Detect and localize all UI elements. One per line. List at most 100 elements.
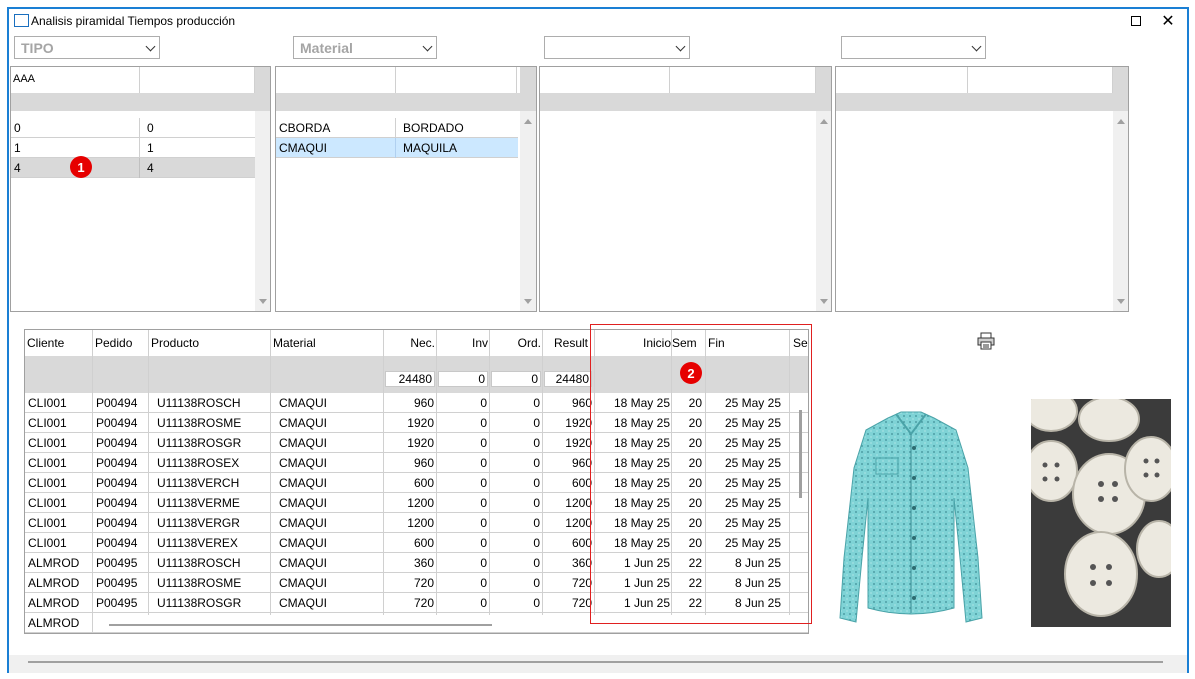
cell-nec: 1200	[407, 516, 434, 530]
table-row[interactable]: CLI001 P00494 U11138VEREX CMAQUI 600 0 0 600 18 …	[25, 533, 808, 553]
table-row[interactable]: CLI001 P00494 U11138VERGR CMAQUI 1200 0 0 1200 1…	[25, 513, 808, 533]
filter-3-select[interactable]	[544, 36, 690, 59]
material-list-panel: CBORDA BORDADO CMAQUI MAQUILA	[275, 66, 537, 312]
cell-cliente: CLI001	[28, 536, 67, 550]
cell-ord: 0	[533, 496, 540, 510]
col-header-inv[interactable]: Inv	[438, 330, 488, 356]
shirt-image	[836, 408, 986, 636]
scroll-down-icon[interactable]	[259, 299, 267, 304]
list-item[interactable]: 1 1	[11, 138, 255, 158]
scroll-down-icon[interactable]	[1117, 299, 1125, 304]
col-header-producto[interactable]: Producto	[151, 330, 199, 356]
table-row[interactable]: CLI001 P00494 U11138ROSGR CMAQUI 1920 0 0 1920 1…	[25, 433, 808, 453]
cell-nec: 720	[413, 576, 434, 590]
scroll-up-icon[interactable]	[1117, 119, 1125, 124]
cell-pedido: P00495	[96, 596, 138, 610]
main-content: TIPO Material AAA 0 0 1 1 4 4 1 CBORDA B…	[9, 33, 1187, 673]
cell-fin: 25 May 25	[724, 436, 781, 450]
print-icon[interactable]	[976, 331, 996, 351]
title-bar: Analisis piramidal Tiempos producción ✕	[9, 9, 1187, 33]
col-header-cliente[interactable]: Cliente	[27, 330, 64, 356]
cell-sem: 20	[688, 436, 702, 450]
grid-hscroll-thumb[interactable]	[109, 624, 492, 626]
table-row[interactable]: CLI001 P00494 U11138ROSME CMAQUI 1920 0 0 1920 1…	[25, 413, 808, 433]
cell-result: 1920	[565, 436, 592, 450]
list-item-selected[interactable]: CMAQUI MAQUILA	[276, 138, 518, 158]
col-header-nec[interactable]: Nec.	[385, 330, 435, 356]
cell-cliente: ALMROD	[28, 596, 80, 610]
list-panel-4	[835, 66, 1129, 312]
table-row[interactable]: ALMROD P00495 U11138ROSGR CMAQUI 720 0 0 720 1 J…	[25, 593, 808, 613]
status-bar	[9, 655, 1187, 673]
cell-sem: 22	[688, 596, 702, 610]
table-row[interactable]: CLI001 P00494 U11138ROSEX CMAQUI 960 0 0 960 18 …	[25, 453, 808, 473]
panel-3-scrollbar[interactable]	[816, 67, 831, 311]
tipo-list-panel: AAA 0 0 1 1 4 4	[10, 66, 271, 312]
filter-tipo-select[interactable]: TIPO	[14, 36, 160, 59]
cell-inicio: 1 Jun 25	[623, 576, 670, 590]
cell-producto: U11138ROSGR	[157, 596, 242, 610]
total-inv: 0	[438, 371, 488, 387]
tipo-scrollbar[interactable]	[255, 67, 270, 311]
scroll-up-icon[interactable]	[820, 119, 828, 124]
col-header-inicio[interactable]: Inicio	[615, 330, 671, 356]
cell-cliente: CLI001	[28, 396, 67, 410]
cell-producto: U11138ROSCH	[157, 556, 241, 570]
cell-material: CMAQUI	[279, 556, 327, 570]
list-item-selected[interactable]: 4 4	[11, 158, 255, 178]
col-header-ord[interactable]: Ord.	[491, 330, 541, 356]
filter-material-select[interactable]: Material	[293, 36, 437, 59]
cell-producto: U11138VERCH	[157, 476, 240, 490]
buttons-image	[1031, 399, 1171, 627]
cell-result: 600	[571, 476, 592, 490]
cell-inicio: 18 May 25	[613, 516, 670, 530]
col-header-se[interactable]: Se	[793, 330, 808, 356]
cell-fin: 25 May 25	[724, 536, 781, 550]
material-scrollbar[interactable]	[520, 67, 536, 311]
cell-cliente: ALMROD	[28, 556, 80, 570]
cell-ord: 0	[533, 536, 540, 550]
cell-inicio: 18 May 25	[613, 496, 670, 510]
filter-tipo-value: TIPO	[21, 40, 54, 56]
close-icon[interactable]: ✕	[1153, 11, 1183, 31]
cell-cliente: CLI001	[28, 516, 67, 530]
scroll-up-icon[interactable]	[524, 119, 532, 124]
filter-4-select[interactable]	[841, 36, 986, 59]
total-result: 24480	[544, 371, 592, 387]
cell-producto: U11138ROSCH	[157, 396, 241, 410]
table-row[interactable]: ALMROD P00495 U11138ROSME CMAQUI 720 0 0 720 1 J…	[25, 573, 808, 593]
table-row[interactable]: ALMROD	[25, 613, 808, 633]
cell-fin: 8 Jun 25	[734, 576, 781, 590]
col-header-sem[interactable]: Sem	[672, 330, 697, 356]
scroll-down-icon[interactable]	[820, 299, 828, 304]
scroll-down-icon[interactable]	[524, 299, 532, 304]
col-header-pedido[interactable]: Pedido	[95, 330, 132, 356]
chevron-down-icon	[422, 41, 433, 52]
cell-ord: 0	[533, 436, 540, 450]
table-row[interactable]: CLI001 P00494 U11138VERCH CMAQUI 600 0 0 600 18 …	[25, 473, 808, 493]
cell-pedido: P00494	[96, 416, 138, 430]
grid-vscroll-thumb[interactable]	[799, 410, 802, 498]
list-item[interactable]: CBORDA BORDADO	[276, 118, 518, 138]
cell-ord: 0	[533, 396, 540, 410]
cell-sem: 20	[688, 396, 702, 410]
cell-material: CMAQUI	[279, 496, 327, 510]
col-header-result[interactable]: Result	[554, 330, 588, 356]
cell-pedido: P00494	[96, 516, 138, 530]
cell-material: CMAQUI	[279, 416, 327, 430]
cell-producto: U11138ROSME	[157, 576, 242, 590]
list-item[interactable]: 0 0	[11, 118, 255, 138]
col-header-fin[interactable]: Fin	[708, 330, 725, 356]
cell-result: 360	[571, 556, 592, 570]
panel-4-scrollbar[interactable]	[1113, 67, 1128, 311]
cell-cliente: CLI001	[28, 456, 67, 470]
cell-sem: 20	[688, 416, 702, 430]
table-row[interactable]: CLI001 P00494 U11138VERME CMAQUI 1200 0 0 1200 1…	[25, 493, 808, 513]
table-row[interactable]: CLI001 P00494 U11138ROSCH CMAQUI 960 0 0 960 18 …	[25, 393, 808, 413]
col-header-material[interactable]: Material	[273, 330, 316, 356]
window-title: Analisis piramidal Tiempos producción	[31, 14, 236, 28]
cell-ord: 0	[533, 556, 540, 570]
table-row[interactable]: ALMROD P00495 U11138ROSCH CMAQUI 360 0 0 360 1 J…	[25, 553, 808, 573]
cell-fin: 8 Jun 25	[734, 596, 781, 610]
maximize-icon[interactable]	[1121, 11, 1151, 31]
